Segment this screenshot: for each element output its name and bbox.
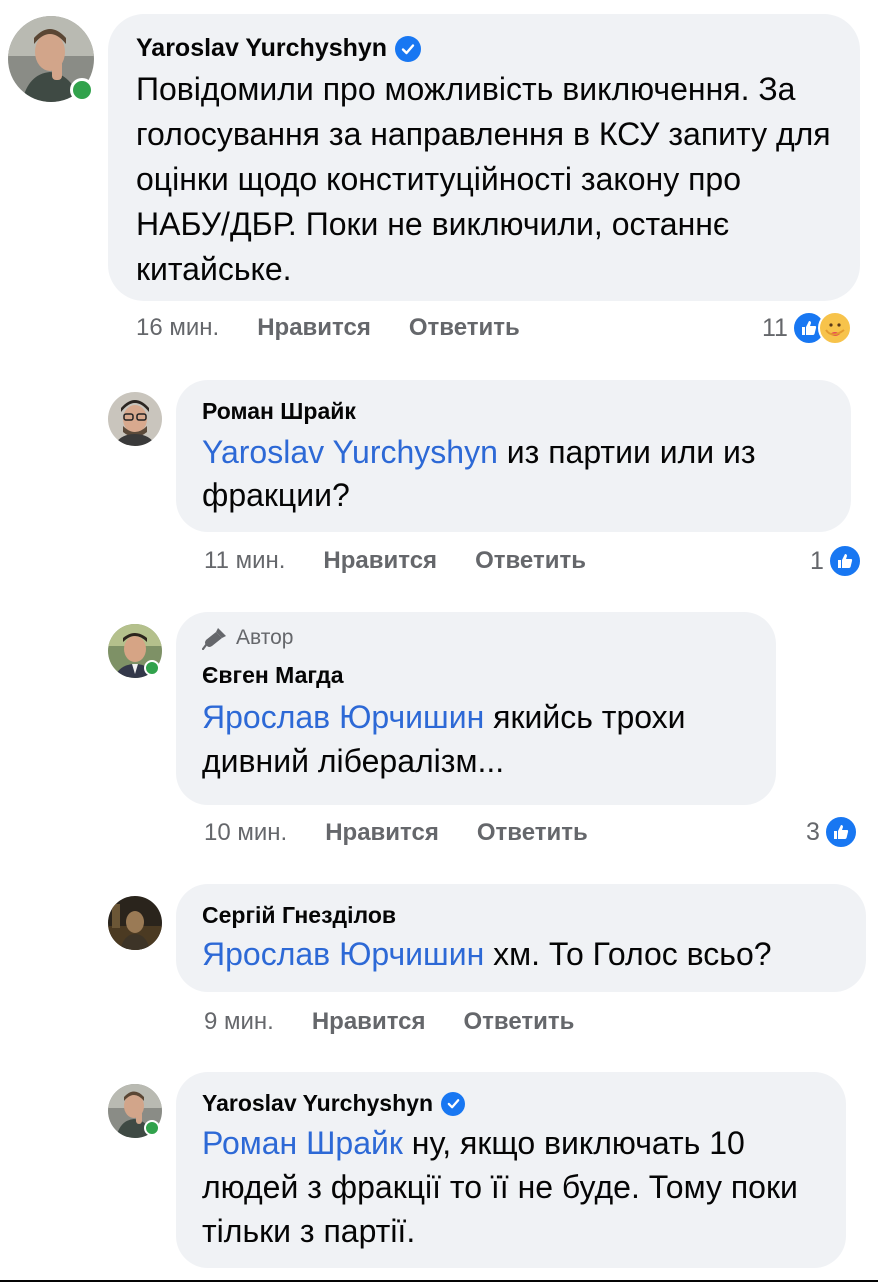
- comment-author[interactable]: Роман Шрайк: [202, 398, 825, 425]
- comment-author[interactable]: Yaroslav Yurchyshyn: [202, 1090, 433, 1117]
- online-status-icon: [144, 1120, 160, 1136]
- reply-button[interactable]: Ответить: [409, 314, 520, 342]
- comment-text: Ярослав Юрчишин хм. То Голос всьо?: [202, 933, 840, 976]
- like-icon: [823, 815, 858, 849]
- mention-link[interactable]: Роман Шрайк: [202, 1125, 403, 1161]
- comment-text: Роман Шрайк ну, якщо виключать 10 людей …: [202, 1121, 832, 1253]
- author-badge-label: Автор: [236, 626, 294, 649]
- comment-author[interactable]: Yaroslav Yurchyshyn: [136, 34, 387, 63]
- reaction-count: 3: [806, 817, 820, 846]
- verified-badge-icon: [441, 1091, 465, 1116]
- author-badge: Автор: [202, 626, 750, 650]
- comment-bubble: Сергій Гнезділов Ярослав Юрчишин хм. То …: [176, 884, 866, 992]
- reply-button[interactable]: Ответить: [477, 819, 588, 847]
- comment-text: Yaroslav Yurchyshyn из партии или из фра…: [202, 431, 832, 517]
- divider: [0, 1280, 878, 1282]
- online-status-icon: [144, 660, 160, 676]
- comment-actions: 16 мин. Нравится Ответить: [136, 314, 520, 342]
- mention-link[interactable]: Ярослав Юрчишин: [202, 936, 484, 972]
- comment-body: хм. То Голос всьо?: [484, 936, 772, 972]
- like-icon: [827, 544, 862, 578]
- comment-bubble: Автор Євген Магда Ярослав Юрчишин якийсь…: [176, 612, 776, 805]
- comment-timestamp[interactable]: 16 мин.: [136, 314, 219, 342]
- reaction-summary[interactable]: 3: [806, 815, 858, 849]
- reaction-count: 1: [810, 546, 824, 575]
- avatar-photo: [108, 392, 162, 446]
- comment-bubble: Yaroslav Yurchyshyn Повідомили про можли…: [108, 14, 860, 301]
- care-icon: [817, 311, 852, 345]
- comment-author[interactable]: Євген Магда: [202, 662, 750, 689]
- avatar[interactable]: [108, 896, 162, 950]
- reply-button[interactable]: Ответить: [463, 1008, 574, 1036]
- comment-timestamp[interactable]: 11 мин.: [204, 547, 285, 575]
- verified-badge-icon: [395, 35, 422, 62]
- avatar[interactable]: [108, 1084, 162, 1138]
- microphone-icon: [202, 626, 228, 650]
- comment-text: Повідомили про можливість виключення. За…: [136, 71, 831, 287]
- comment-actions: 10 мин. Нравится Ответить: [204, 819, 588, 847]
- comment-actions: 9 мин. Нравится Ответить: [204, 1008, 574, 1036]
- mention-link[interactable]: Yaroslav Yurchyshyn: [202, 434, 498, 470]
- reaction-summary[interactable]: 1: [810, 544, 862, 578]
- like-button[interactable]: Нравится: [257, 314, 371, 342]
- like-button[interactable]: Нравится: [323, 547, 437, 575]
- reaction-count: 11: [762, 313, 788, 342]
- comment-text: Ярослав Юрчишин якийсь трохи дивний лібе…: [202, 695, 762, 783]
- comment-timestamp[interactable]: 10 мин.: [204, 819, 287, 847]
- avatar[interactable]: [8, 16, 94, 102]
- online-status-icon: [70, 78, 94, 102]
- mention-link[interactable]: Ярослав Юрчишин: [202, 699, 484, 735]
- comment-bubble: Yaroslav Yurchyshyn Роман Шрайк ну, якщо…: [176, 1072, 846, 1268]
- reaction-summary[interactable]: 11: [762, 311, 852, 345]
- reply-button[interactable]: Ответить: [475, 547, 586, 575]
- avatar-photo: [108, 896, 162, 950]
- comment-author[interactable]: Сергій Гнезділов: [202, 902, 840, 929]
- like-button[interactable]: Нравится: [312, 1008, 426, 1036]
- like-button[interactable]: Нравится: [325, 819, 439, 847]
- avatar[interactable]: [108, 624, 162, 678]
- avatar[interactable]: [108, 392, 162, 446]
- comment-actions: 11 мин. Нравится Ответить: [204, 547, 586, 575]
- comment-timestamp[interactable]: 9 мин.: [204, 1008, 274, 1036]
- comment-bubble: Роман Шрайк Yaroslav Yurchyshyn из парти…: [176, 380, 851, 532]
